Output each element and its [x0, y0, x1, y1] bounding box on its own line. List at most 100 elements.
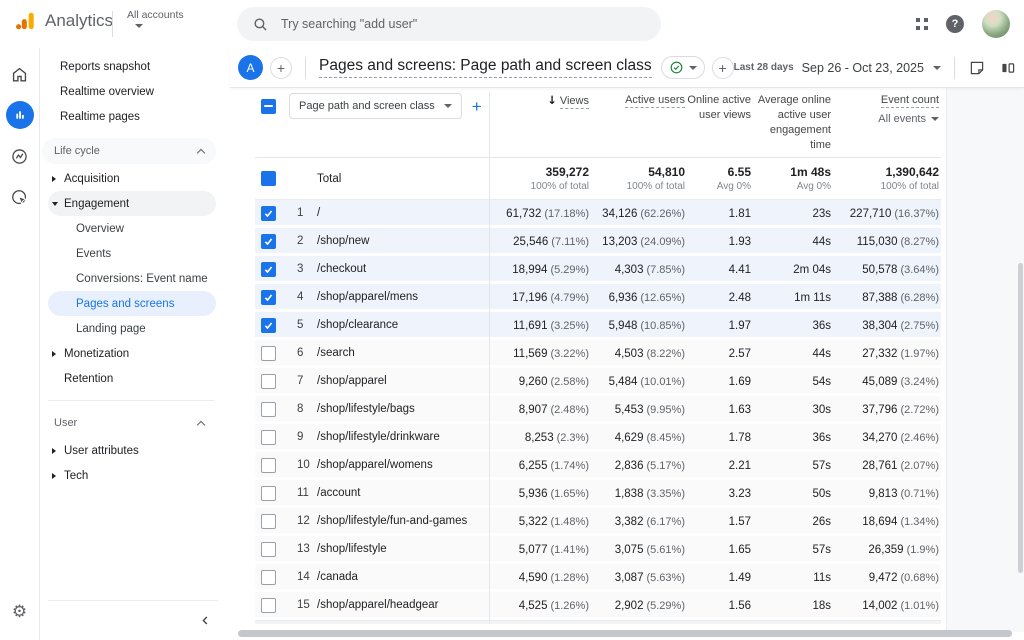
expand-arrow-icon[interactable] [52, 448, 56, 454]
vertical-scrollbar[interactable] [1018, 263, 1023, 573]
column-subfilter-label: All events [878, 112, 926, 127]
row-active-users: 4,503(8.22%) [589, 344, 685, 362]
column-header-active-users[interactable]: Active users [589, 93, 685, 108]
nav-item-user-attributes[interactable]: User attributes [48, 438, 216, 463]
analytics-logo[interactable]: Analytics [14, 10, 113, 32]
nav-item-tech[interactable]: Tech [48, 463, 216, 488]
nav-item-engagement[interactable]: Engagement [48, 191, 216, 216]
google-apps-icon[interactable] [916, 18, 929, 31]
table-row[interactable]: 13/shop/lifestyle5,077(1.41%)3,075(5.61%… [255, 536, 941, 561]
metric-value: 36s [812, 320, 831, 332]
horizontal-scrollbar[interactable] [238, 630, 1012, 637]
settings-gear-icon[interactable]: ⚙ [12, 602, 27, 622]
nav-section-user[interactable]: User [42, 410, 216, 436]
nav-item-pages-and-screens[interactable]: Pages and screens [48, 291, 216, 316]
table-row[interactable]: 1/61,732(17.18%)34,126(62.26%)1.8123s227… [255, 200, 941, 225]
nav-item-acquisition[interactable]: Acquisition [48, 166, 216, 191]
table-row[interactable]: 12/shop/lifestyle/fun-and-games5,322(1.4… [255, 508, 941, 533]
app-rail: ⚙ [0, 48, 40, 640]
row-checkbox[interactable] [261, 598, 276, 613]
explore-icon[interactable] [6, 142, 34, 170]
row-checkbox[interactable] [261, 234, 276, 249]
advertising-icon[interactable] [6, 183, 34, 211]
expand-arrow-icon[interactable] [52, 176, 56, 182]
table-row[interactable]: 9/shop/lifestyle/drinkware8,253(2.3%)4,6… [255, 424, 941, 449]
report-title[interactable]: Pages and screens: Page path and screen … [319, 57, 652, 78]
edit-comparison-icon[interactable] [999, 59, 1017, 77]
add-property-button[interactable]: + [270, 57, 292, 79]
column-header-event-count[interactable]: Event countAll events [831, 93, 939, 127]
nav-item-realtime-pages[interactable]: Realtime pages [48, 104, 216, 129]
expand-arrow-icon[interactable] [52, 473, 56, 479]
row-event-count: 227,710(16.37%) [831, 204, 939, 222]
table-row[interactable]: 14/canada4,590(1.28%)3,087(5.63%)1.4911s… [255, 564, 941, 589]
add-report-button[interactable]: + [712, 57, 734, 79]
table-row[interactable]: 10/shop/apparel/womens6,255(1.74%)2,836(… [255, 452, 941, 477]
search-bar[interactable]: Try searching "add user" [237, 7, 661, 41]
nav-item-overview[interactable]: Overview [48, 216, 216, 241]
nav-item-reports-snapshot[interactable]: Reports snapshot [48, 54, 216, 79]
row-checkbox[interactable] [261, 206, 276, 221]
metric-value: 9,260 [519, 376, 548, 388]
metric-percent: (5.61%) [646, 544, 685, 556]
table-row[interactable]: 4/shop/apparel/mens17,196(4.79%)6,936(12… [255, 284, 941, 309]
collapse-arrow-icon[interactable] [52, 202, 58, 206]
nav-item-realtime-overview[interactable]: Realtime overview [48, 79, 216, 104]
table-row[interactable]: 15/shop/apparel/headgear4,525(1.26%)2,90… [255, 592, 941, 617]
nav-item-events[interactable]: Events [48, 241, 216, 266]
account-switcher[interactable]: All accounts [127, 9, 184, 28]
row-checkbox[interactable] [261, 346, 276, 361]
table-row[interactable]: 2/shop/new25,546(7.11%)13,203(24.09%)1.9… [255, 228, 941, 253]
row-page-path: /shop/apparel/womens [317, 459, 489, 471]
row-checkbox[interactable] [261, 458, 276, 473]
nav-item-retention[interactable]: Retention [48, 366, 216, 391]
metric-value: 115,030 [857, 236, 898, 248]
row-checkbox[interactable] [261, 430, 276, 445]
drawer-footer [48, 600, 218, 640]
column-header-views[interactable]: ↓Views [489, 93, 589, 109]
row-checkbox[interactable] [261, 486, 276, 501]
row-checkbox[interactable] [261, 290, 276, 305]
column-header-average-online-active-user-engagement-time[interactable]: Average online active user engagement ti… [751, 93, 831, 152]
dimension-selector[interactable]: Page path and screen class [289, 93, 462, 119]
row-views: 4,525(1.26%) [489, 596, 589, 614]
user-avatar[interactable] [982, 10, 1010, 38]
date-range-selector[interactable]: Sep 26 - Oct 23, 2025 [802, 61, 924, 75]
totals-checkbox[interactable] [261, 171, 276, 186]
reports-icon[interactable] [6, 101, 34, 129]
totals-views: 359,272100% of total [489, 165, 589, 192]
metric-percent: (8.22%) [646, 348, 685, 360]
row-event-count: 50,578(3.64%) [831, 260, 939, 278]
column-subfilter[interactable]: All events [831, 112, 939, 127]
row-checkbox[interactable] [261, 318, 276, 333]
nav-item-landing-page[interactable]: Landing page [48, 316, 216, 341]
row-checkbox[interactable] [261, 402, 276, 417]
table-row[interactable]: 5/shop/clearance11,691(3.25%)5,948(10.85… [255, 312, 941, 337]
nav-item-conversions-event-name[interactable]: Conversions: Event name [48, 266, 216, 291]
table-row[interactable]: 7/shop/apparel9,260(2.58%)5,484(10.01%)1… [255, 368, 941, 393]
table-row[interactable]: 6/search11,569(3.22%)4,503(8.22%)2.5744s… [255, 340, 941, 365]
row-checkbox[interactable] [261, 374, 276, 389]
metric-percent: (0.71%) [900, 488, 939, 500]
row-checkbox[interactable] [261, 570, 276, 585]
table-row[interactable]: 8/shop/lifestyle/bags8,907(2.48%)5,453(9… [255, 396, 941, 421]
notes-icon[interactable] [968, 59, 986, 77]
help-icon[interactable]: ? [946, 15, 964, 33]
totals-label: Total [317, 173, 489, 185]
expand-arrow-icon[interactable] [52, 351, 56, 357]
property-avatar[interactable]: A [238, 55, 263, 80]
row-checkbox[interactable] [261, 542, 276, 557]
column-header-online-active-user-views[interactable]: Online active user views [685, 93, 751, 123]
report-status-badge[interactable] [661, 56, 705, 79]
home-icon[interactable] [6, 60, 34, 88]
nav-item-monetization[interactable]: Monetization [48, 341, 216, 366]
add-dimension-button[interactable]: + [472, 98, 482, 115]
row-checkbox[interactable] [261, 514, 276, 529]
table-row[interactable]: 11/account5,936(1.65%)1,838(3.35%)3.2350… [255, 480, 941, 505]
nav-section-life-cycle[interactable]: Life cycle [42, 138, 216, 164]
row-checkbox[interactable] [261, 262, 276, 277]
table-row[interactable]: 3/checkout18,994(5.29%)4,303(7.85%)4.412… [255, 256, 941, 281]
collapse-drawer-icon[interactable] [199, 614, 212, 627]
metric-value: 27,332 [862, 348, 897, 360]
select-all-checkbox[interactable] [261, 99, 276, 114]
